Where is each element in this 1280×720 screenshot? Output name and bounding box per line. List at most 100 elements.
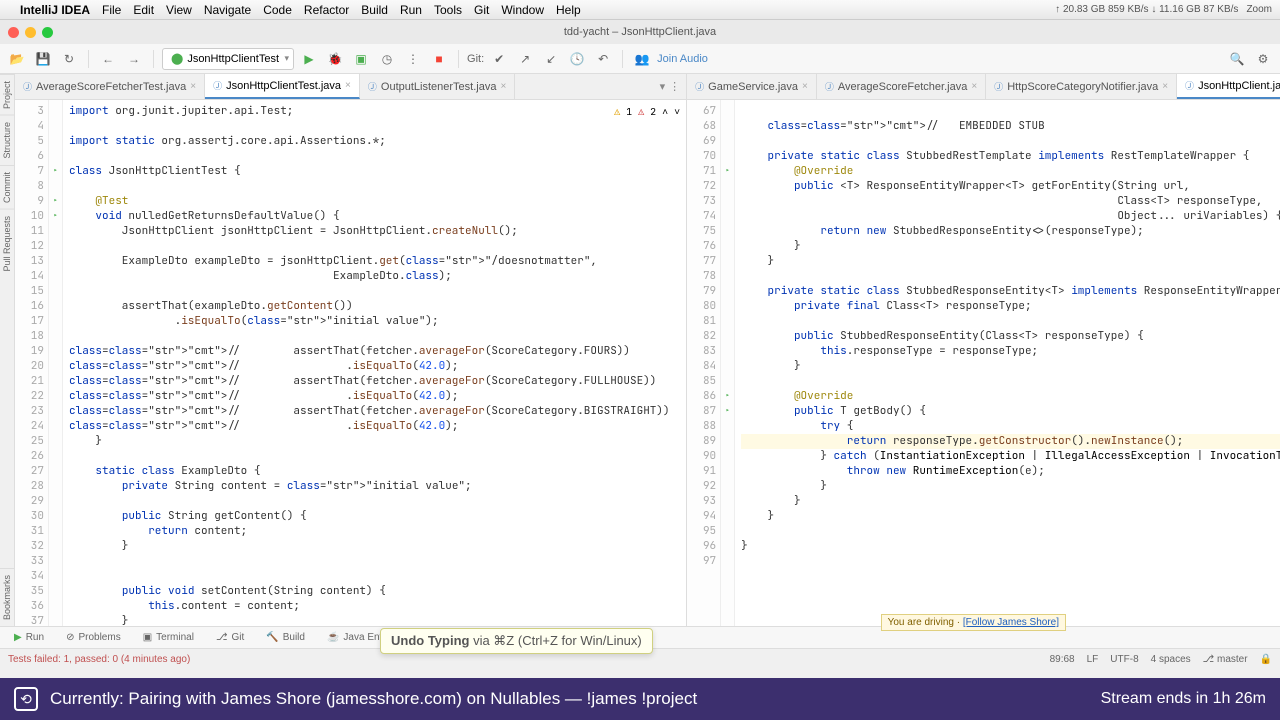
git-commit-button[interactable]: ✔	[488, 48, 510, 70]
right-editor-tabs: ⒿGameService.java× ⒿAverageScoreFetcher.…	[687, 74, 1280, 100]
java-file-icon: Ⓙ	[994, 80, 1003, 93]
window-titlebar: tdd-yacht – JsonHttpClient.java	[0, 20, 1280, 44]
hint-popup: Undo Typing via ⌘Z (Ctrl+Z for Win/Linux…	[380, 628, 653, 654]
window-maximize-button[interactable]	[42, 27, 53, 38]
coverage-button[interactable]: ▣	[350, 48, 372, 70]
menu-build[interactable]: Build	[361, 3, 388, 17]
warning-icon[interactable]: ⚠	[614, 104, 620, 119]
left-gutter-marks[interactable]: ▸▸▸	[49, 100, 63, 626]
left-gutter[interactable]: 3456789101112131415161718192021222324252…	[15, 100, 49, 626]
close-icon[interactable]: ×	[500, 81, 506, 92]
attach-button[interactable]: ⋮	[402, 48, 424, 70]
tab-jsonhttpclient[interactable]: ⒿJsonHttpClient.java×	[1177, 74, 1280, 99]
tool-terminal[interactable]: ▣Terminal	[133, 627, 204, 648]
tool-project[interactable]: Project	[0, 74, 14, 115]
error-icon[interactable]: ⚠	[638, 104, 644, 119]
tab-outputlistener-test[interactable]: ⒿOutputListenerTest.java×	[360, 74, 515, 99]
menu-help[interactable]: Help	[556, 3, 581, 17]
tab-httpscore-notifier[interactable]: ⒿHttpScoreCategoryNotifier.java×	[986, 74, 1177, 99]
profile-button[interactable]: ◷	[376, 48, 398, 70]
line-separator[interactable]: LF	[1087, 654, 1099, 665]
menu-git[interactable]: Git	[474, 3, 489, 17]
tab-gameservice[interactable]: ⒿGameService.java×	[687, 74, 817, 99]
tab-overflow-icon[interactable]: ▾	[660, 80, 666, 93]
tool-run[interactable]: ▶Run	[4, 627, 54, 648]
right-code-area[interactable]: ⚠5 ˄˅ 6768697071727374757677787980818283…	[687, 100, 1280, 626]
git-rollback-button[interactable]: ↶	[592, 48, 614, 70]
close-icon[interactable]: ×	[345, 80, 351, 91]
close-icon[interactable]: ×	[190, 81, 196, 92]
tab-jsonhttpclient-test[interactable]: ⒿJsonHttpClientTest.java×	[205, 74, 360, 99]
encoding[interactable]: UTF-8	[1110, 654, 1138, 665]
chevron-up-icon[interactable]: ˄	[662, 104, 668, 119]
tool-bookmarks[interactable]: Bookmarks	[0, 568, 14, 626]
lock-icon[interactable]: 🔒	[1260, 654, 1272, 665]
window-title: tdd-yacht – JsonHttpClient.java	[564, 26, 716, 38]
search-everywhere-button[interactable]: 🔍	[1226, 48, 1248, 70]
tab-averagescore-test[interactable]: ⒿAverageScoreFetcherTest.java×	[15, 74, 205, 99]
menu-view[interactable]: View	[166, 3, 192, 17]
right-editor-pane: ⒿGameService.java× ⒿAverageScoreFetcher.…	[687, 74, 1280, 626]
menu-window[interactable]: Window	[501, 3, 544, 17]
join-audio-link[interactable]: Join Audio	[657, 53, 708, 65]
menu-refactor[interactable]: Refactor	[304, 3, 349, 17]
tool-build[interactable]: 🔨Build	[256, 627, 315, 648]
tool-structure[interactable]: Structure	[0, 115, 14, 165]
close-icon[interactable]: ×	[802, 81, 808, 92]
tests-status[interactable]: Tests failed: 1, passed: 0 (4 minutes ag…	[8, 654, 190, 665]
tool-pull-requests[interactable]: Pull Requests	[0, 209, 14, 278]
follow-link[interactable]: [Follow James Shore]	[963, 617, 1059, 628]
run-config-selector[interactable]: ⬤ JsonHttpClientTest	[162, 48, 294, 70]
menu-file[interactable]: File	[102, 3, 121, 17]
left-tool-stripe: Project Structure Commit Pull Requests B…	[0, 74, 15, 626]
nav-back-button[interactable]: ←	[97, 48, 119, 70]
code-together-button[interactable]: 👥	[631, 48, 653, 70]
java-file-icon: Ⓙ	[1185, 79, 1194, 92]
menu-code[interactable]: Code	[263, 3, 292, 17]
window-minimize-button[interactable]	[25, 27, 36, 38]
tool-problems[interactable]: ⊘Problems	[56, 627, 131, 648]
chevron-down-icon[interactable]: ˅	[674, 104, 680, 119]
debug-button[interactable]: 🐞	[324, 48, 346, 70]
git-branch[interactable]: ⎇ master	[1203, 654, 1248, 665]
nav-forward-button[interactable]: →	[123, 48, 145, 70]
java-file-icon: Ⓙ	[213, 79, 222, 92]
indent[interactable]: 4 spaces	[1151, 654, 1191, 665]
tab-averagescore-fetcher[interactable]: ⒿAverageScoreFetcher.java×	[817, 74, 986, 99]
menu-navigate[interactable]: Navigate	[204, 3, 251, 17]
tool-git[interactable]: ⎇Git	[206, 627, 254, 648]
menubar-app-name[interactable]: IntelliJ IDEA	[20, 3, 90, 17]
driving-text: You are driving ·	[888, 617, 963, 628]
git-push-button[interactable]: ↗	[514, 48, 536, 70]
menu-tools[interactable]: Tools	[434, 3, 462, 17]
window-close-button[interactable]	[8, 27, 19, 38]
right-gutter[interactable]: 6768697071727374757677787980818283848586…	[687, 100, 721, 626]
net-stats: ↑ 20.83 GB 859 KB/s ↓ 11.16 GB 87 KB/s	[1055, 4, 1238, 15]
tool-commit[interactable]: Commit	[0, 165, 14, 209]
java-file-icon: Ⓙ	[695, 80, 704, 93]
right-gutter-marks[interactable]: ▸▸▸	[721, 100, 735, 626]
left-code-area[interactable]: ⚠1 ⚠2 ˄˅ 3456789101112131415161718192021…	[15, 100, 686, 626]
close-icon[interactable]: ×	[1162, 81, 1168, 92]
problems-icon: ⊘	[66, 632, 74, 643]
open-button[interactable]: 📂	[6, 48, 28, 70]
zoom-menu[interactable]: Zoom	[1246, 4, 1272, 15]
settings-button[interactable]: ⚙	[1252, 48, 1274, 70]
git-icon: ⎇	[216, 632, 228, 643]
stop-button[interactable]: ■	[428, 48, 450, 70]
git-history-button[interactable]: 🕓	[566, 48, 588, 70]
menu-run[interactable]: Run	[400, 3, 422, 17]
save-all-button[interactable]: 💾	[32, 48, 54, 70]
sync-button[interactable]: ↻	[58, 48, 80, 70]
left-code-body[interactable]: import org.junit.jupiter.api.Test; impor…	[63, 100, 686, 626]
run-button[interactable]: ▶	[298, 48, 320, 70]
tab-menu-icon[interactable]: ⋮	[669, 80, 680, 93]
menu-edit[interactable]: Edit	[133, 3, 154, 17]
git-label: Git:	[467, 53, 484, 65]
run-config-label: JsonHttpClientTest	[187, 53, 279, 65]
right-code-body[interactable]: class=class="str">"cmt">// EMBEDDED STUB…	[735, 100, 1280, 626]
close-icon[interactable]: ×	[971, 81, 977, 92]
git-pull-button[interactable]: ↙	[540, 48, 562, 70]
caret-position[interactable]: 89:68	[1050, 654, 1075, 665]
terminal-icon: ▣	[143, 632, 152, 643]
